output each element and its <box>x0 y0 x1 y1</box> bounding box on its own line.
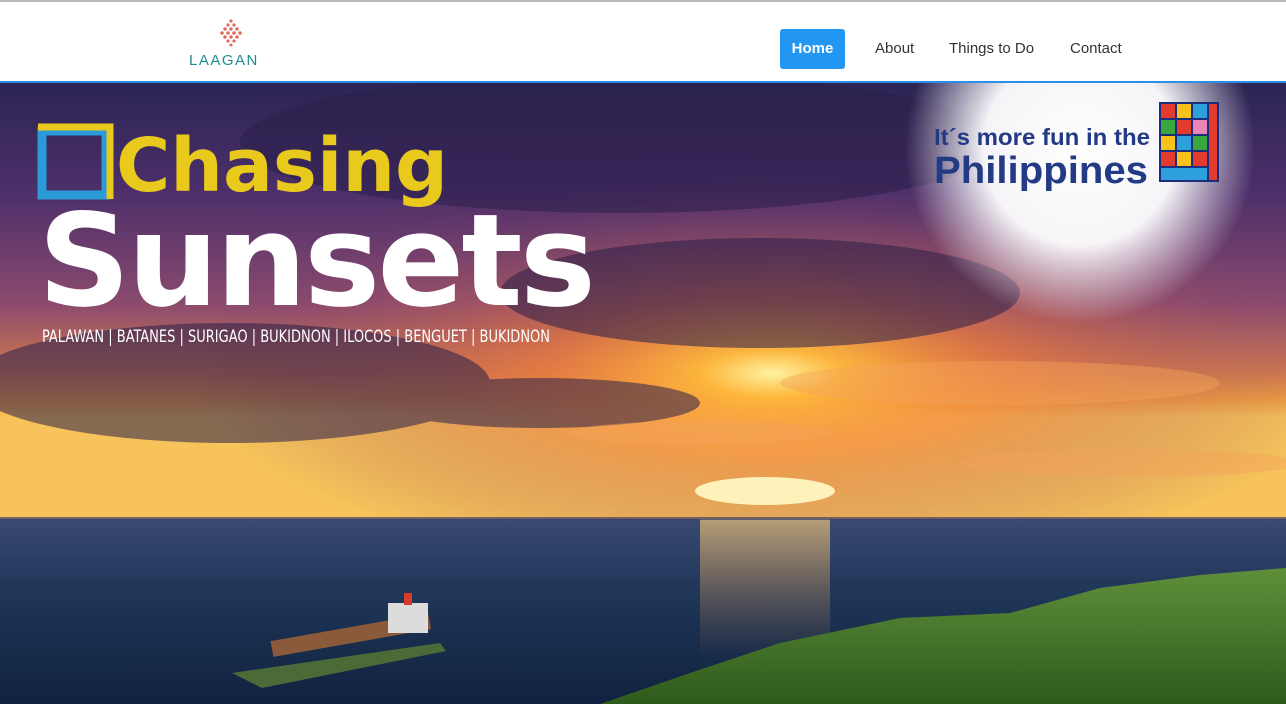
nav-things-to-do[interactable]: Things to Do <box>949 29 1034 69</box>
brand-logo[interactable]: LAAGAN <box>186 16 276 72</box>
navbar: LAAGAN Home About Things to Do Contact <box>0 2 1286 83</box>
hero-banner: Chasing Sunsets PALAWAN | BATANES | SURI… <box>0 83 1286 704</box>
campaign-line-2: Philippines <box>934 150 1148 192</box>
nav-contact[interactable]: Contact <box>1070 29 1122 69</box>
campaign-line-1: It´s more fun in the <box>934 124 1150 150</box>
woven-philippines-map-icon <box>1159 102 1219 182</box>
nav-home[interactable]: Home <box>780 29 845 69</box>
destinations-list: PALAWAN | BATANES | SURIGAO | BUKIDNON |… <box>42 327 550 347</box>
headline-sunsets: Sunsets <box>38 187 593 336</box>
dot-triangle-logo-icon <box>220 19 242 47</box>
brand-name: LAAGAN <box>189 52 259 69</box>
sunset-photo: Chasing Sunsets PALAWAN | BATANES | SURI… <box>0 83 1286 704</box>
nav-about[interactable]: About <box>875 29 914 69</box>
